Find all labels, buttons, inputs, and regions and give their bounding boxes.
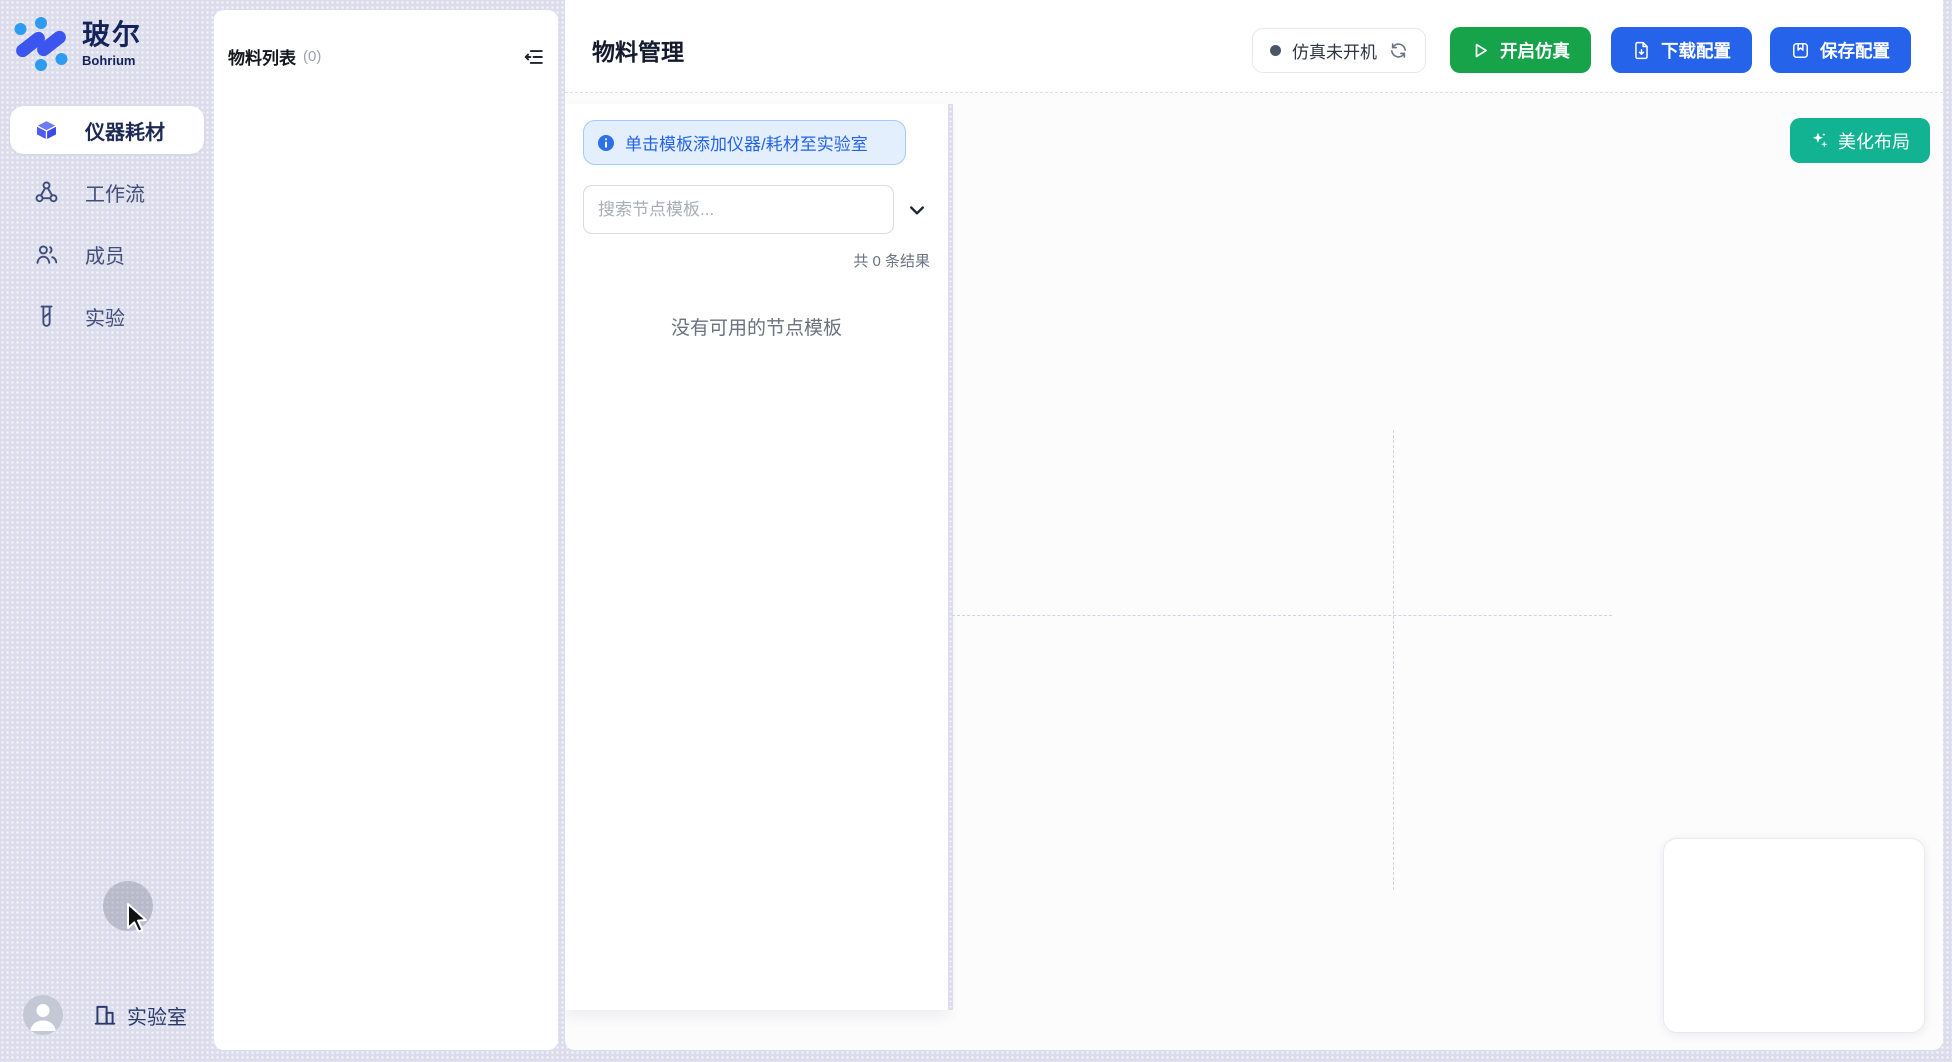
workflow-icon: [33, 179, 59, 205]
sidebar-item-label: 工作流: [85, 178, 145, 207]
experiment-icon: [33, 303, 59, 329]
node-template-panel: 单击模板添加仪器/耗材至实验室 共 0 条结果 没有可用的节点模板: [565, 104, 948, 1010]
beautify-layout-label: 美化布局: [1838, 128, 1910, 154]
start-simulation-button[interactable]: 开启仿真: [1450, 27, 1591, 73]
download-config-label: 下载配置: [1661, 38, 1731, 63]
material-list-title: 物料列表: [228, 44, 296, 69]
lab-canvas[interactable]: 单击模板添加仪器/耗材至实验室 共 0 条结果 没有可用的节点模板: [565, 93, 1943, 1049]
info-banner: 单击模板添加仪器/耗材至实验室: [583, 120, 906, 165]
building-icon: [92, 1002, 118, 1028]
sidebar-item-label: 成员: [85, 240, 125, 269]
material-list-header: 物料列表 (0): [214, 10, 558, 69]
save-config-label: 保存配置: [1820, 38, 1890, 63]
simulation-status-badge: 仿真未开机: [1252, 28, 1426, 73]
empty-state-text: 没有可用的节点模板: [583, 313, 930, 340]
play-icon: [1471, 41, 1490, 60]
app-window: 玻尔 Bohrium 仪器耗材: [0, 0, 1952, 1062]
download-config-button[interactable]: 下载配置: [1611, 27, 1752, 73]
beautify-layout-button[interactable]: 美化布局: [1790, 118, 1930, 163]
file-download-icon: [1632, 41, 1651, 60]
sparkles-icon: [1810, 131, 1829, 150]
sidebar-nav: 仪器耗材 工作流: [10, 106, 204, 340]
info-icon: [598, 135, 614, 151]
canvas-guide-vertical: [1393, 430, 1394, 890]
material-list-count: (0): [303, 48, 321, 65]
sidebar-item-members[interactable]: 成员: [10, 230, 204, 278]
sidebar-item-label: 仪器耗材: [85, 116, 165, 145]
sidebar-item-label: 实验: [85, 302, 125, 331]
main-header: 物料管理 仿真未开机 开启仿真: [565, 0, 1943, 93]
material-list-panel: 物料列表 (0): [214, 10, 558, 1050]
sidebar-item-instruments[interactable]: 仪器耗材: [10, 106, 204, 154]
sidebar: 玻尔 Bohrium 仪器耗材: [0, 0, 214, 1062]
cube-icon: [33, 117, 59, 143]
collapse-panel-icon[interactable]: [522, 45, 546, 69]
page-title: 物料管理: [592, 33, 684, 67]
status-dot-icon: [1270, 45, 1281, 56]
brand-subtitle: Bohrium: [82, 53, 142, 68]
brand-name: 玻尔: [82, 20, 142, 51]
sidebar-item-workflow[interactable]: 工作流: [10, 168, 204, 216]
lab-switcher[interactable]: 实验室: [92, 1001, 187, 1030]
bohrium-logo-icon: [13, 16, 69, 72]
sidebar-footer: 实验室: [23, 995, 187, 1035]
panel-divider: [948, 104, 953, 1010]
minimap[interactable]: [1663, 838, 1925, 1033]
save-config-button[interactable]: 保存配置: [1770, 27, 1911, 73]
brand-text: 玻尔 Bohrium: [82, 20, 142, 68]
sidebar-item-experiment[interactable]: 实验: [10, 292, 204, 340]
brand-logo: 玻尔 Bohrium: [13, 16, 142, 72]
members-icon: [33, 241, 59, 267]
result-count: 共 0 条结果: [583, 250, 930, 271]
canvas-guide-horizontal: [952, 615, 1612, 616]
lab-switcher-label: 实验室: [127, 1001, 187, 1030]
template-search-row: [583, 185, 930, 234]
chevron-down-icon[interactable]: [904, 197, 930, 223]
info-banner-text: 单击模板添加仪器/耗材至实验室: [625, 130, 868, 155]
simulation-status-text: 仿真未开机: [1292, 38, 1377, 63]
main-area: 物料管理 仿真未开机 开启仿真: [565, 0, 1943, 1050]
avatar[interactable]: [23, 995, 63, 1035]
refresh-icon[interactable]: [1388, 40, 1408, 60]
save-icon: [1791, 41, 1810, 60]
start-simulation-label: 开启仿真: [1500, 38, 1570, 63]
search-input[interactable]: [583, 185, 894, 234]
